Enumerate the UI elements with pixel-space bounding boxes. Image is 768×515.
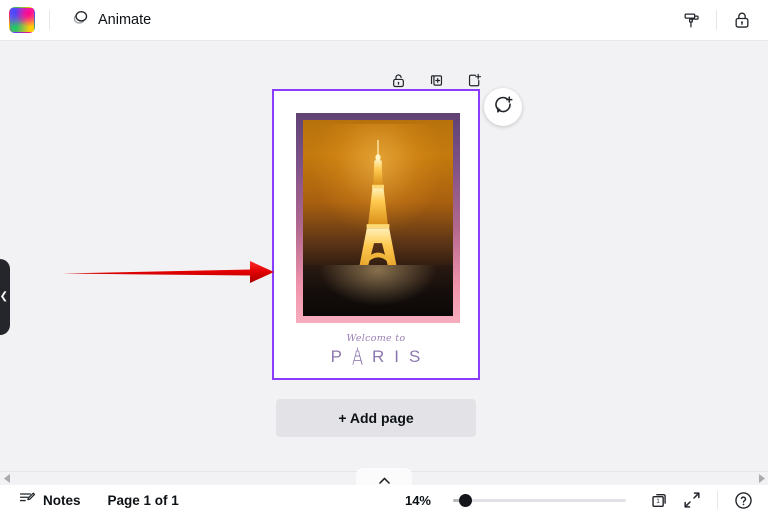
notes-pencil-icon <box>18 489 36 512</box>
bottom-bar-right-group: 1 <box>644 485 768 515</box>
top-bar-right-group <box>675 4 768 36</box>
scroll-right-arrow-icon[interactable] <box>754 472 768 486</box>
svg-text:1: 1 <box>656 498 660 505</box>
comment-plus-icon <box>493 94 514 120</box>
zoom-slider-track <box>453 498 626 502</box>
design-page-1[interactable]: Welcome to P R I S <box>272 89 480 380</box>
fullscreen-expand-button[interactable] <box>677 485 707 515</box>
eiffel-tower-shape <box>351 139 405 281</box>
notes-button[interactable]: Notes <box>12 485 87 515</box>
eiffel-tower-at-night-image <box>303 120 453 316</box>
add-comment-button[interactable] <box>484 88 522 126</box>
pages-grid-button[interactable]: 1 <box>644 485 674 515</box>
left-panel-collapse-handle[interactable]: ❮ <box>0 259 10 335</box>
scroll-left-arrow-icon[interactable] <box>0 472 14 486</box>
editor-root: Animate ❮ Welcome to P R I S + Add page … <box>0 0 768 515</box>
toolbar-divider <box>49 10 50 30</box>
chevron-left-icon: ❮ <box>0 291 8 302</box>
zoom-percentage[interactable]: 14% <box>393 493 431 508</box>
app-logo-rainbow[interactable] <box>9 7 35 33</box>
horizontal-scrollbar[interactable] <box>0 467 768 486</box>
photo-frame[interactable] <box>296 113 460 323</box>
caption-letter-a-eiffel-icon <box>352 347 363 365</box>
annotation-arrow-red <box>60 253 278 296</box>
scrollbar-track[interactable] <box>14 467 754 486</box>
bottom-bar: Notes Page 1 of 1 14% 1 <box>0 485 768 515</box>
expand-panel-tab[interactable] <box>356 467 412 486</box>
page-caption: Welcome to P R I S <box>274 333 478 365</box>
animate-circles-icon <box>71 8 90 32</box>
caption-letter-s: S <box>409 347 422 366</box>
toolbar-divider-2 <box>716 10 717 30</box>
caption-letter-i: I <box>394 347 400 366</box>
bottom-bar-divider <box>717 491 718 509</box>
add-page-button[interactable]: + Add page <box>276 399 476 437</box>
chevron-up-icon <box>378 477 390 484</box>
canvas-area[interactable]: ❮ Welcome to P R I S + Add page <box>0 41 768 471</box>
lock-icon[interactable] <box>726 4 758 36</box>
animate-button[interactable]: Animate <box>63 3 159 37</box>
zoom-slider-knob[interactable] <box>459 493 472 507</box>
caption-script-text: Welcome to <box>346 333 406 344</box>
city-lights <box>303 265 453 316</box>
top-bar: Animate <box>0 0 768 41</box>
caption-letter-r: R <box>371 347 386 366</box>
zoom-slider[interactable] <box>453 493 626 507</box>
paint-roller-icon[interactable] <box>675 4 707 36</box>
notes-label: Notes <box>43 492 81 508</box>
help-button[interactable] <box>728 485 758 515</box>
caption-letter-p: P <box>330 347 343 366</box>
zoom-controls: 14% 1 <box>393 485 768 515</box>
animate-label: Animate <box>98 12 152 28</box>
page-indicator[interactable]: Page 1 of 1 <box>108 493 179 508</box>
caption-title-paris: P R I S <box>274 347 478 365</box>
page-wrapper: Welcome to P R I S <box>272 89 480 380</box>
